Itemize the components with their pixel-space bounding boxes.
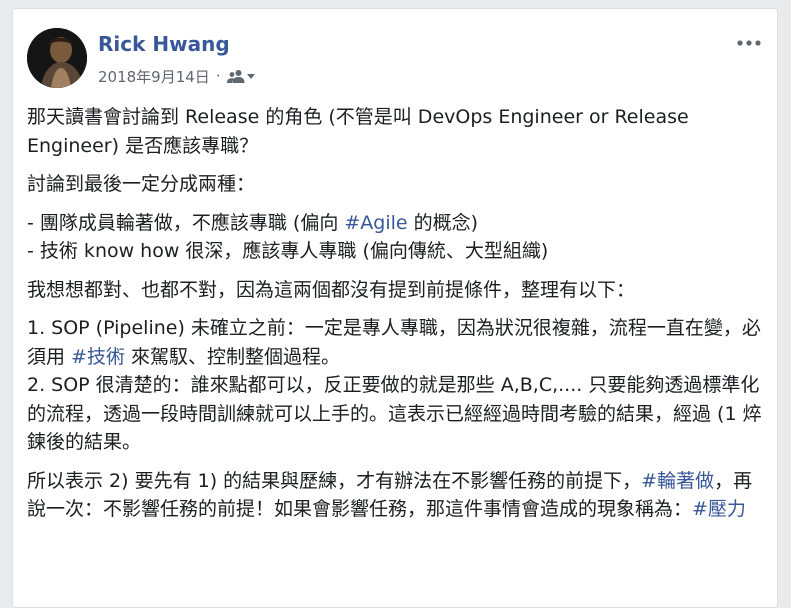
post-meta: 2018年9月14日 ·: [98, 66, 257, 86]
text-segment: - 技術 know how 很深，應該專人專職 (偏向傳統、大型組織): [27, 240, 549, 262]
post-body: 那天讀書會討論到 Release 的角色 (不管是叫 DevOps Engine…: [27, 103, 767, 534]
paragraph-5: 1. SOP (Pipeline) 未確立之前：一定是專人專職，因為狀況很複雜，…: [27, 314, 767, 457]
text-segment: - 團隊成員輪著做，不應該專職 (偏向: [27, 211, 345, 234]
friends-icon: [226, 70, 245, 83]
avatar-photo: [27, 28, 87, 88]
more-options-icon[interactable]: [735, 35, 763, 51]
text-segment: 所以表示 2) 要先有 1) 的結果與歷練，才有辦法在不影響任務的前提下，: [27, 469, 642, 492]
hashtag-tech[interactable]: #技術: [71, 346, 125, 368]
paragraph-2: 討論到最後一定分成兩種：: [27, 173, 256, 195]
text-segment: 的概念): [407, 211, 479, 234]
avatar[interactable]: [27, 28, 87, 88]
hashtag-agile[interactable]: #Agile: [344, 212, 407, 234]
separator-dot: ·: [215, 67, 221, 85]
author-name[interactable]: Rick Hwang: [98, 31, 230, 57]
paragraph-3: - 團隊成員輪著做，不應該專職 (偏向 #Agile 的概念) - 技術 kno…: [27, 209, 767, 266]
post-card: Rick Hwang 2018年9月14日 · 那天讀書會討論到 Release…: [12, 8, 778, 608]
audience-selector[interactable]: [226, 69, 257, 83]
text-segment: 2. SOP 很清楚的：誰來點都可以，反正要做的就是那些 A,B,C,.... …: [27, 374, 762, 453]
text-segment: 來駕馭、控制整個過程。: [124, 345, 341, 368]
hashtag-pressure[interactable]: #壓力: [692, 498, 746, 520]
paragraph-6: 所以表示 2) 要先有 1) 的結果與歷練，才有辦法在不影響任務的前提下，#輪著…: [27, 467, 767, 524]
post-date[interactable]: 2018年9月14日: [98, 66, 210, 87]
caret-down-icon: [246, 74, 255, 79]
paragraph-4: 我想想都對、也都不對，因為這兩個都沒有提到前提條件，整理有以下：: [27, 278, 636, 301]
hashtag-take-turns[interactable]: #輪著做: [641, 470, 714, 492]
paragraph-1: 那天讀書會討論到 Release 的角色 (不管是叫 DevOps Engine…: [27, 106, 689, 157]
